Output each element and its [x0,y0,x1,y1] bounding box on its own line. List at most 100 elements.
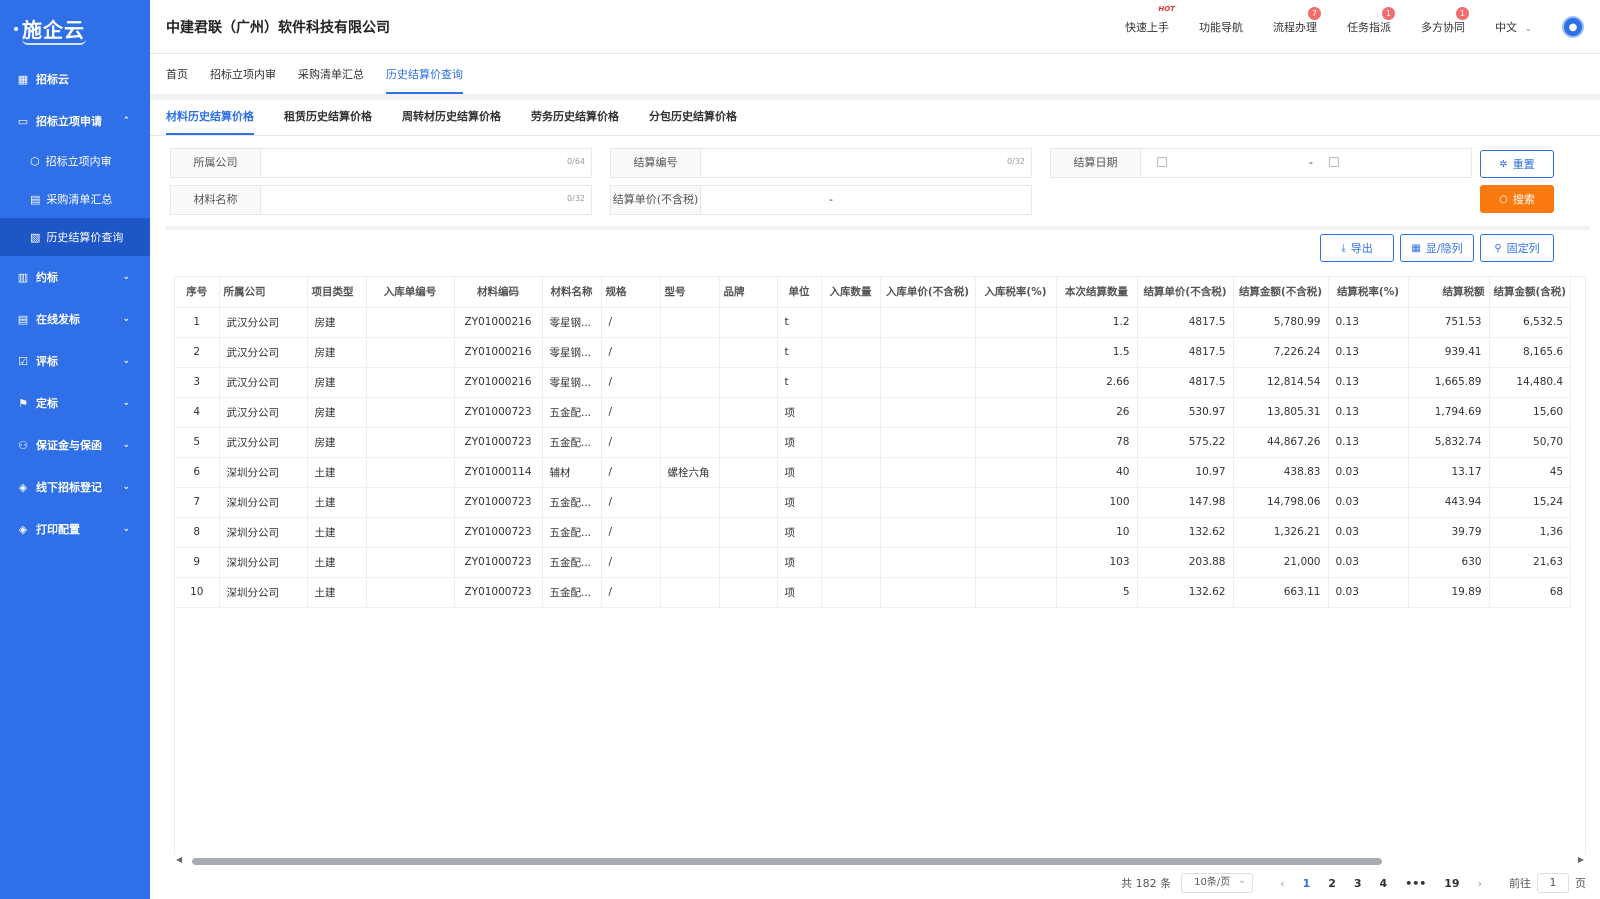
page-2[interactable]: 2 [1328,877,1336,890]
next-page-icon[interactable]: › [1478,877,1482,890]
page-19[interactable]: 19 [1444,877,1459,890]
collaboration-link[interactable]: 多方协同 1 [1421,7,1469,35]
table-cell: 44,867.26 [1233,427,1329,458]
table-cell: 751.53 [1408,307,1490,338]
table-row[interactable]: 3 武汉分公司 房建 ZY01000216 零星钢... / t 2.66 4817.5 12,8… [175,367,1572,398]
search-button[interactable]: ○ 搜索 [1480,185,1554,213]
company-name: 中建君联（广州）软件科技有限公司 [166,19,390,36]
price-separator: - [829,193,833,206]
sidebar-item-5[interactable]: ⚑ 定标 ⌄ [0,382,150,424]
process-link[interactable]: 流程办理 7 [1273,7,1321,35]
quick-start-link[interactable]: 快速上手 HOT [1125,5,1175,35]
scroll-left-icon[interactable]: ◀ [176,855,182,864]
table-cell [880,547,976,578]
page-3[interactable]: 3 [1354,877,1362,890]
page-4[interactable]: 4 [1380,877,1388,890]
horizontal-scrollbar[interactable]: ◀ ▶ [174,855,1586,867]
sidebar-item-7[interactable]: ◈ 线下招标登记 ⌄ [0,466,150,508]
toggle-columns-button[interactable]: ▦ 显/隐列 [1400,234,1474,262]
settle-date-range[interactable]: - [1141,149,1471,177]
subtab-labor[interactable]: 劳务历史结算价格 [531,99,619,135]
table-cell: 房建 [307,367,367,398]
data-table: 序号 所属公司 项目类型 入库单编号 材料编码 材料名称 规格 型号 品牌 单位 入库数量 入库单价(… [175,277,1572,608]
table-cell [821,337,881,368]
tab-project-review[interactable]: 招标立项内审 [210,54,276,94]
grid-icon: ▦ [17,72,29,86]
subtab-turnover[interactable]: 周转材历史结算价格 [402,99,501,135]
table-row[interactable]: 6 深圳分公司 土建 ZY01000114 辅材 / 螺栓六角 项 40 10.97 438.83 0… [175,457,1572,488]
page-1[interactable]: 1 [1303,877,1311,890]
table-cell [719,547,778,578]
chevron-up-icon: ⌃ [122,116,130,126]
sidebar-item-2[interactable]: ▥ 约标 ⌄ [0,256,150,298]
company-input[interactable]: 0/64 [261,149,591,177]
table-cell: ZY01000723 [454,487,543,518]
table-cell [660,367,720,398]
main-content: 材料历史结算价格 租赁历史结算价格 周转材历史结算价格 劳务历史结算价格 分包历… [150,94,1600,899]
table-cell: ZY01000723 [454,547,543,578]
table-row[interactable]: 8 深圳分公司 土建 ZY01000723 五金配... / 项 10 132.62 1,326.… [175,517,1572,548]
subtab-subcontract[interactable]: 分包历史结算价格 [649,99,737,135]
task-assign-link[interactable]: 任务指派 1 [1347,7,1395,35]
table-row[interactable]: 7 深圳分公司 土建 ZY01000723 五金配... / 项 100 147.98 14,79… [175,487,1572,518]
table-cell: 2.66 [1056,367,1138,398]
chevron-down-icon: ⌄ [122,440,130,450]
table-icon: ▤ [30,192,41,206]
sidebar-subitem-1-2[interactable]: ▧ 历史结算价查询 [0,218,150,256]
table-cell [975,547,1057,578]
unit-price-range[interactable]: - [701,186,1031,214]
table-cell [975,427,1057,458]
table-cell: / [601,427,661,458]
table-cell: 14,798.06 [1233,487,1329,518]
avatar[interactable]: ● [1562,16,1584,38]
table-row[interactable]: 10 深圳分公司 土建 ZY01000723 五金配... / 项 5 132.62 663.11… [175,577,1572,608]
goto-input[interactable]: 1 [1537,873,1569,893]
page-size-select[interactable]: 10条/页 [1181,872,1254,893]
sidebar-item-6[interactable]: ⚇ 保证金与保函 ⌄ [0,424,150,466]
tab-purchase-summary[interactable]: 采购清单汇总 [298,54,364,94]
sidebar-subitem-1-0[interactable]: ⬡ 招标立项内审 [0,142,150,180]
table-row[interactable]: 4 武汉分公司 房建 ZY01000723 五金配... / 项 26 530.97 13,805… [175,397,1572,428]
table-cell: ZY01000216 [454,307,543,338]
table-row[interactable]: 2 武汉分公司 房建 ZY01000216 零星钢... / t 1.5 4817.5 7,226… [175,337,1572,368]
table-cell: 13,805.31 [1233,397,1329,428]
fix-columns-button[interactable]: ⚲ 固定列 [1480,234,1554,262]
subtab-rental[interactable]: 租赁历史结算价格 [284,99,372,135]
table-cell: 五金配... [542,427,602,458]
table-row[interactable]: 9 深圳分公司 土建 ZY01000723 五金配... / 项 103 203.88 21,00… [175,547,1572,578]
sidebar-item-1[interactable]: ▭ 招标立项申请 ⌃ [0,100,150,142]
prev-page-icon[interactable]: ‹ [1280,877,1284,890]
scroll-right-icon[interactable]: ▶ [1578,855,1584,864]
column-header: 结算金额(不含税) [1233,277,1329,308]
subtab-material[interactable]: 材料历史结算价格 [166,99,254,135]
sidebar-item-0[interactable]: ▦ 招标云 [0,58,150,100]
scrollbar-thumb[interactable] [192,858,1382,865]
tab-home[interactable]: 首页 [166,54,188,94]
table-cell: / [601,307,661,338]
language-select[interactable]: 中文 ⌄ [1495,19,1532,35]
material-name-input[interactable]: 0/32 [261,186,591,214]
table-cell [975,397,1057,428]
table-cell [880,307,976,338]
page-ellipsis[interactable]: ••• [1405,877,1426,890]
brand-logo[interactable]: 施企云 [0,0,150,58]
material-name-label: 材料名称 [171,186,261,214]
table-row[interactable]: 1 武汉分公司 房建 ZY01000216 零星钢... / t 1.2 4817.5 5,780… [175,307,1572,338]
folder-icon: ▭ [17,114,29,128]
tab-history-price[interactable]: 历史结算价查询 [386,54,463,94]
table-row[interactable]: 5 武汉分公司 房建 ZY01000723 五金配... / 项 78 575.22 44,867… [175,427,1572,458]
column-header: 材料编码 [454,277,543,308]
table-cell: 5,780.99 [1233,307,1329,338]
sidebar-item-3[interactable]: ▤ 在线发标 ⌄ [0,298,150,340]
export-button[interactable]: ⤓ 导出 [1320,234,1394,262]
reset-button[interactable]: ✲ 重置 [1480,150,1554,178]
table-cell: 50,70 [1489,427,1572,458]
sidebar-item-8[interactable]: ◈ 打印配置 ⌄ [0,508,150,550]
table-cell: 1,794.69 [1408,397,1490,428]
function-nav-link[interactable]: 功能导航 [1199,19,1243,35]
table-cell: / [601,457,661,488]
sidebar-item-4[interactable]: ☑ 评标 ⌄ [0,340,150,382]
settle-no-input[interactable]: 0/32 [701,149,1031,177]
table-cell [366,397,455,428]
sidebar-subitem-1-1[interactable]: ▤ 采购清单汇总 [0,180,150,218]
